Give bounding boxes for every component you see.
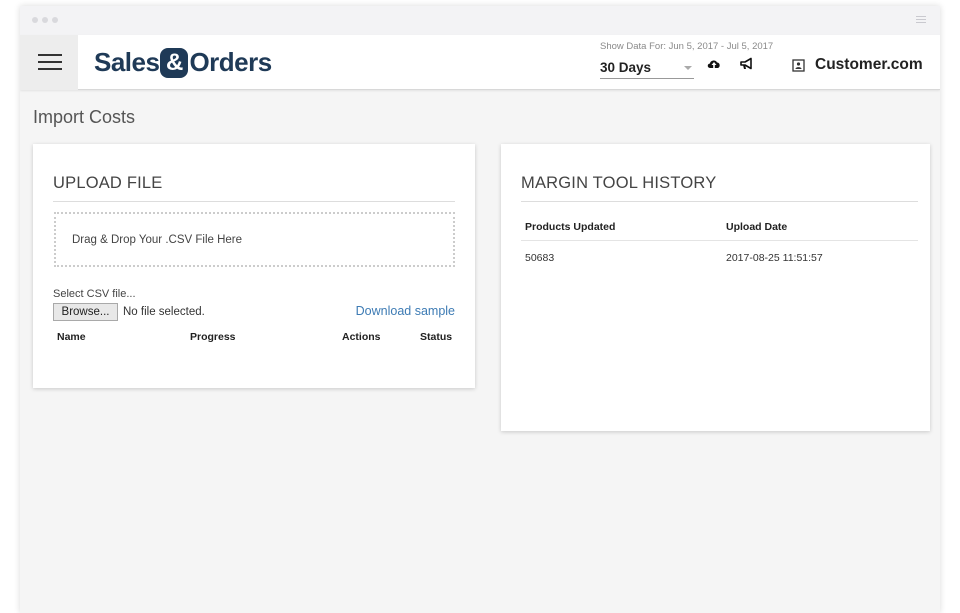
column-header-upload-date: Upload Date [726, 221, 788, 233]
column-header-actions: Actions [342, 331, 381, 343]
upload-file-card: UPLOAD FILE Drag & Drop Your .CSV File H… [33, 144, 475, 388]
date-range-label: Show Data For: Jun 5, 2017 - Jul 5, 2017 [600, 41, 774, 52]
customer-name: Customer.com [815, 56, 923, 73]
date-range-select[interactable]: 30 Days [600, 57, 694, 79]
app-window: Sales & Orders Show Data For: Jun 5, 201… [20, 6, 940, 613]
account-menu[interactable]: Customer.com [792, 56, 923, 74]
margin-tool-history-card: MARGIN TOOL HISTORY Products Updated Upl… [501, 144, 930, 431]
history-card-title: MARGIN TOOL HISTORY [521, 174, 918, 202]
column-header-progress: Progress [190, 331, 236, 343]
brand-logo-amp: & [160, 47, 189, 78]
cloud-upload-icon[interactable] [706, 57, 722, 76]
megaphone-icon[interactable] [739, 57, 755, 76]
chevron-down-icon [684, 66, 692, 70]
browse-button[interactable]: Browse... [53, 303, 118, 321]
table-divider [521, 240, 918, 241]
window-dot[interactable] [32, 17, 38, 23]
column-header-products-updated: Products Updated [525, 221, 616, 233]
window-dot[interactable] [42, 17, 48, 23]
brand-logo-left: Sales [94, 47, 160, 77]
app-header: Sales & Orders Show Data For: Jun 5, 201… [20, 35, 940, 90]
window-menu-icon[interactable] [916, 16, 926, 25]
brand-logo-right: Orders [189, 47, 272, 77]
upload-date-cell: 2017-08-25 11:51:57 [726, 252, 823, 264]
download-sample-link[interactable]: Download sample [356, 304, 455, 318]
page-title: Import Costs [33, 107, 136, 127]
dropzone-text: Drag & Drop Your .CSV File Here [72, 234, 243, 246]
date-range-value: 30 Days [600, 60, 652, 75]
column-header-status: Status [420, 331, 453, 343]
brand-logo[interactable]: Sales & Orders [94, 47, 272, 78]
no-file-status: No file selected. [123, 306, 205, 318]
products-updated-cell: 50683 [525, 252, 555, 264]
window-dot[interactable] [52, 17, 58, 23]
file-dropzone[interactable]: Drag & Drop Your .CSV File Here [54, 212, 455, 267]
menu-icon[interactable] [20, 35, 78, 90]
column-header-name: Name [57, 331, 86, 343]
upload-card-title: UPLOAD FILE [53, 174, 455, 202]
window-controls [32, 17, 58, 23]
contact-card-icon [792, 58, 805, 72]
window-titlebar [20, 6, 940, 35]
select-csv-label: Select CSV file... [53, 288, 136, 300]
